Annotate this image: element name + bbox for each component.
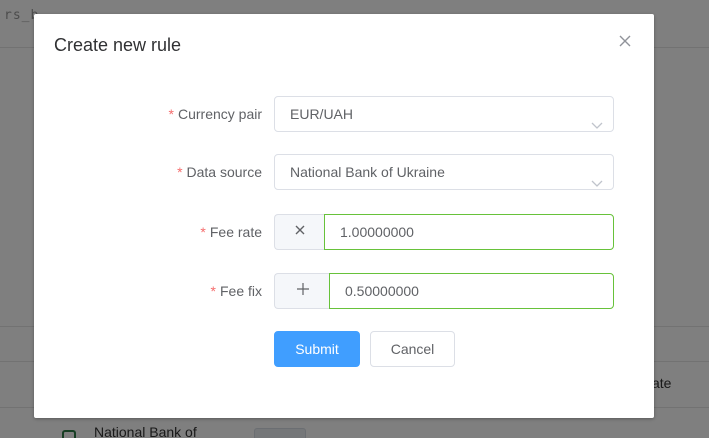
fee-rate-label-text: Fee rate [209,224,262,240]
currency-pair-value: EUR/UAH [290,106,354,122]
close-icon[interactable] [617,33,633,49]
currency-pair-label-text: Currency pair [177,106,262,122]
chevron-down-icon [591,167,603,201]
data-source-select[interactable]: National Bank of Ukraine [274,154,614,190]
currency-pair-row: * Currency pair EUR/UAH [34,96,654,132]
fee-rate-input[interactable]: 1.00000000 [324,214,614,250]
fee-fix-label: * Fee fix [211,273,262,309]
fee-fix-label-text: Fee fix [219,283,262,299]
fee-fix-row: * Fee fix 0.50000000 [34,273,654,309]
fee-rate-operator-button[interactable] [274,214,325,250]
data-source-value: National Bank of Ukraine [290,164,445,180]
cancel-button[interactable]: Cancel [370,331,455,367]
chevron-down-icon [591,109,603,143]
currency-pair-select[interactable]: EUR/UAH [274,96,614,132]
fee-rate-label: * Fee rate [200,214,262,250]
required-mark: * [200,224,206,240]
fee-rate-row: * Fee rate 1.00000000 [34,214,654,250]
data-source-label: * Data source [177,154,262,190]
required-mark: * [168,106,174,122]
create-rule-dialog: Create new rule * Currency pair EUR/UAH *… [34,14,654,418]
required-mark: * [210,283,216,299]
times-icon [294,223,306,241]
required-mark: * [177,164,183,180]
dialog-title: Create new rule [54,35,182,55]
data-source-row: * Data source National Bank of Ukraine [34,154,654,190]
currency-pair-label: * Currency pair [169,96,262,132]
plus-icon [296,282,310,301]
submit-button[interactable]: Submit [274,331,360,367]
fee-fix-input[interactable]: 0.50000000 [329,273,614,309]
fee-fix-operator-button[interactable] [274,273,330,309]
data-source-label-text: Data source [186,164,262,180]
